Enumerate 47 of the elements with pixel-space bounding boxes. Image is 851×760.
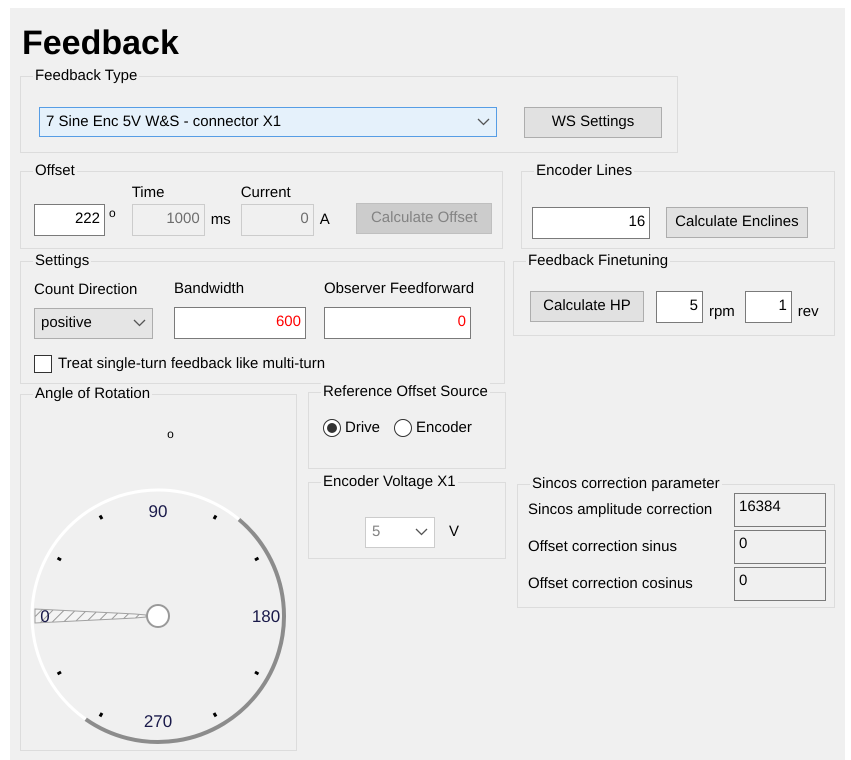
- group-title: Sincos correction parameter: [530, 474, 722, 492]
- checkbox-label: Treat single-turn feedback like multi-turn: [58, 354, 326, 372]
- dial-label: 180: [252, 606, 280, 626]
- dial-label: 90: [148, 502, 168, 520]
- encoder-lines-field[interactable]: 16: [532, 206, 650, 238]
- unit-label: rpm: [708, 302, 735, 320]
- readonly-field: 16384: [734, 492, 826, 526]
- field-label: Offset correction cosinus: [528, 574, 693, 592]
- field-label: Current: [240, 184, 292, 202]
- group-title: Feedback Type: [33, 66, 140, 84]
- dropdown[interactable]: 7 Sine Enc 5V W&S - connector X1: [39, 107, 497, 137]
- unit-label: V: [449, 523, 460, 541]
- radio-option[interactable]: Encoder: [394, 418, 472, 436]
- checkbox[interactable]: [34, 354, 52, 372]
- rev-field[interactable]: 1: [744, 290, 792, 322]
- dial-label: 0: [40, 606, 50, 626]
- ws-settings-button[interactable]: WS Settings: [524, 106, 662, 138]
- calculate-enclines-button[interactable]: Calculate Enclines: [666, 207, 808, 238]
- group-title: Settings: [33, 252, 92, 270]
- unit-label: A: [320, 210, 330, 228]
- field-label: Offset correction sinus: [528, 538, 677, 556]
- degree-unit: o: [109, 204, 116, 222]
- field-label: Time: [132, 184, 166, 202]
- readonly-field: 0: [734, 566, 826, 600]
- dropdown[interactable]: positive: [34, 308, 153, 338]
- field-label: Observer Feedforward: [324, 280, 474, 298]
- angle-reading: o: [167, 426, 174, 442]
- calculate-hp-button[interactable]: Calculate HP: [530, 291, 644, 322]
- bandwidth-field[interactable]: 600: [174, 306, 306, 338]
- unit-label: rev: [798, 302, 819, 320]
- field-label: Bandwidth: [174, 280, 246, 298]
- radio-option[interactable]: Drive: [323, 418, 380, 436]
- group-title: Feedback Finetuning: [526, 252, 670, 270]
- dial-label: 270: [144, 712, 172, 730]
- unit-label: ms: [210, 210, 231, 228]
- page-title: Feedback: [22, 26, 179, 60]
- field-label: Sincos amplitude correction: [528, 500, 712, 518]
- observer-field[interactable]: 0: [324, 306, 471, 338]
- group-title: Angle of Rotation: [33, 384, 152, 402]
- chevron-down-icon: [415, 528, 428, 536]
- field-label: Count Direction: [34, 280, 138, 298]
- chevron-down-icon: [477, 118, 490, 126]
- rpm-field[interactable]: 5: [656, 290, 703, 322]
- offset-field[interactable]: 222: [34, 204, 105, 236]
- group-title: Encoder Voltage X1: [321, 472, 458, 490]
- readonly-field: 0: [734, 530, 826, 564]
- chevron-down-icon: [133, 319, 146, 327]
